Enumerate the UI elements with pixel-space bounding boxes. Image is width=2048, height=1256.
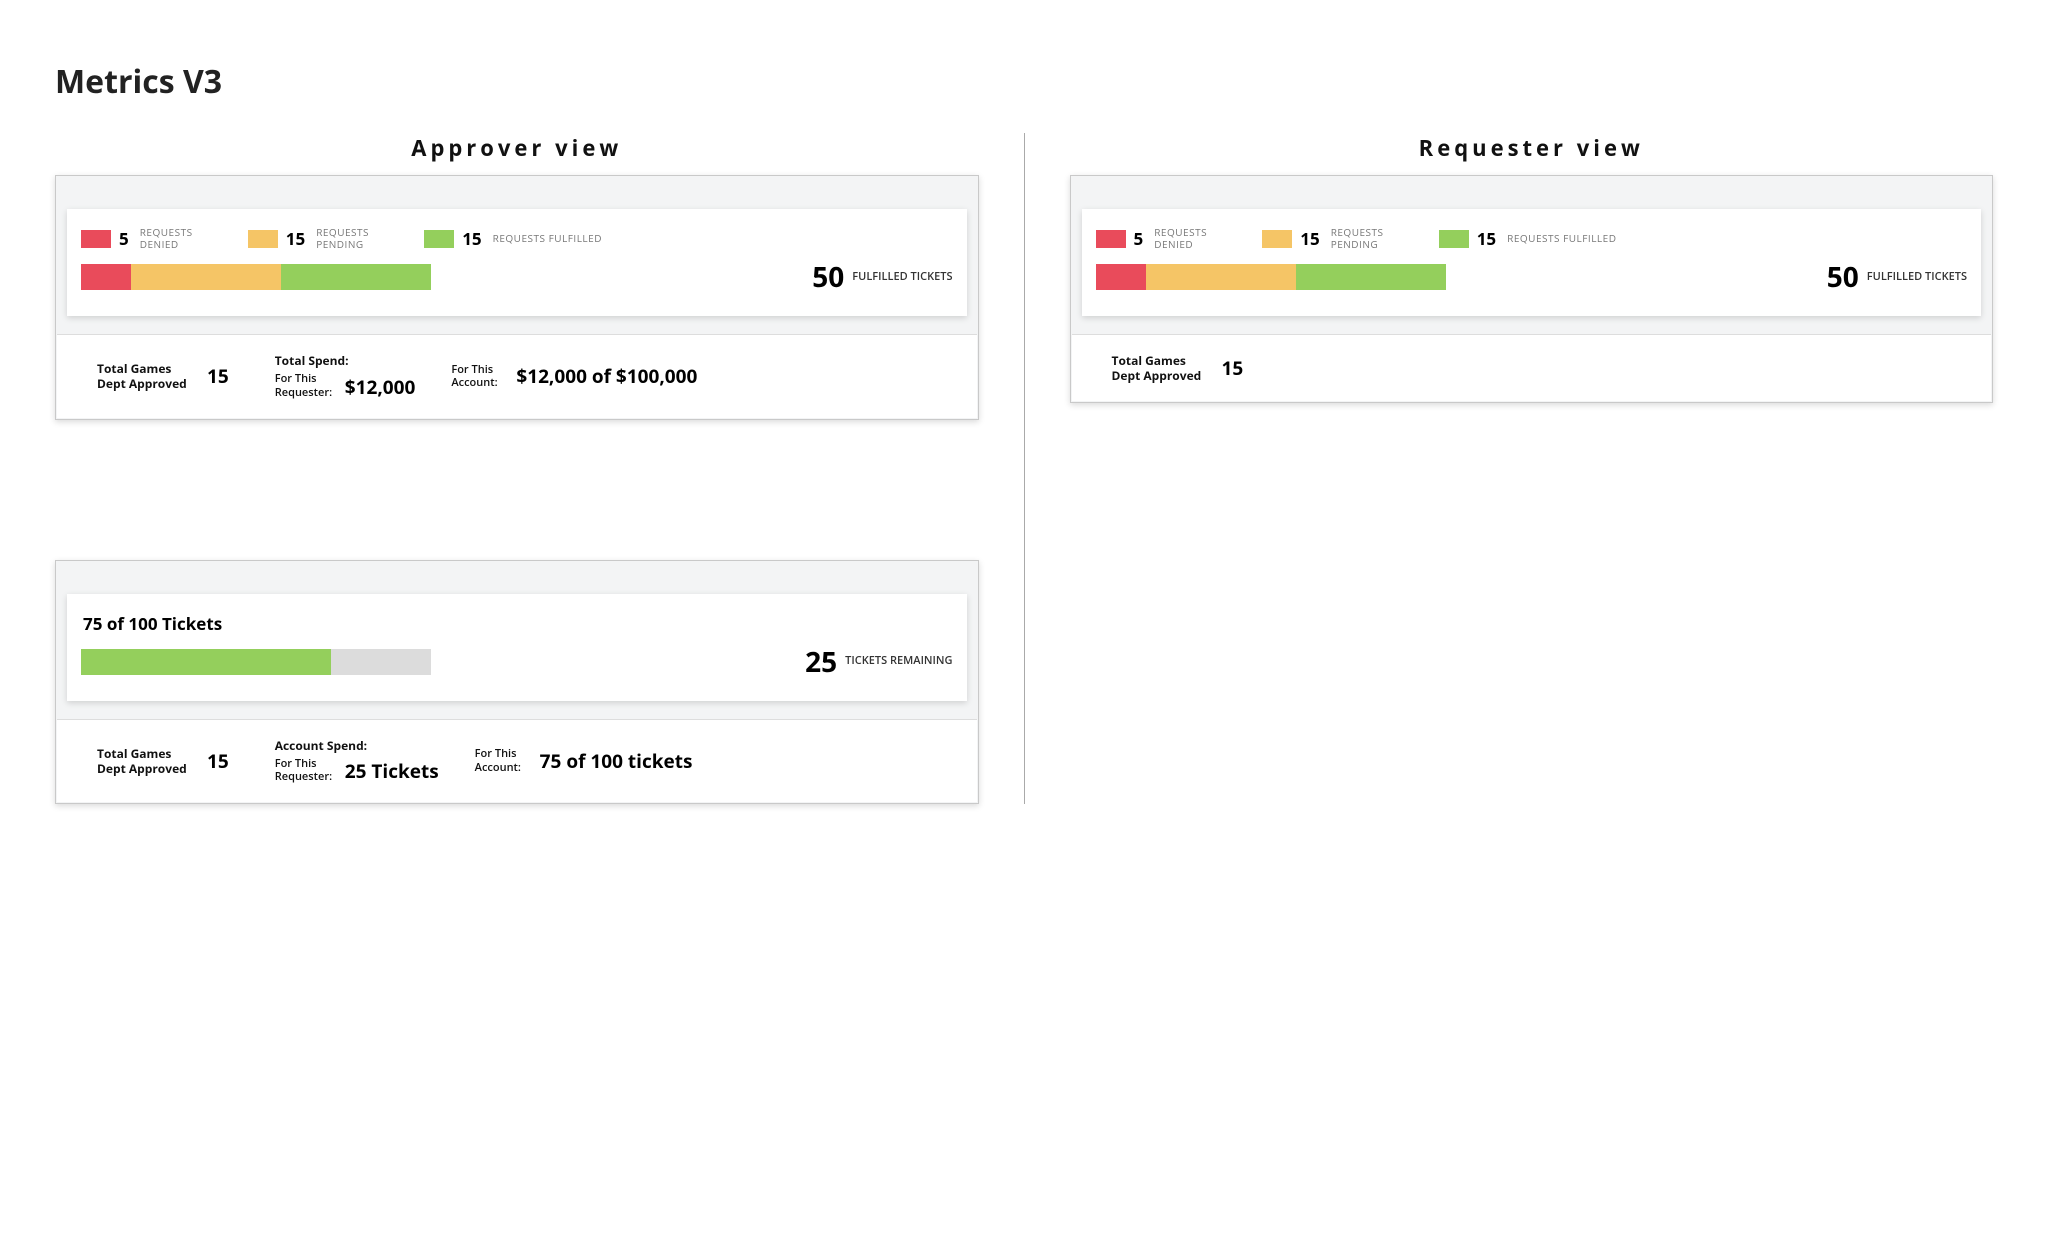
spend-account: For This Account: $12,000 of $100,000: [451, 363, 697, 391]
bar-segment-pending: [1146, 264, 1296, 290]
requests-panel: 5 REQUESTS DENIED 15 REQUESTS PENDING 15…: [67, 209, 967, 316]
account-spend-block: Account Spend: For This Requester: 25 Ti…: [275, 738, 439, 785]
games-label: Total Games Dept Approved: [97, 746, 197, 776]
spend-req-label: For This Requester:: [275, 757, 335, 785]
spend-account: For This Account: 75 of 100 tickets: [475, 747, 693, 775]
spend-req-value: 25 Tickets: [345, 758, 439, 784]
games-label: Total Games Dept Approved: [1112, 353, 1212, 383]
denied-label: REQUESTS DENIED: [140, 227, 230, 250]
pending-count: 15: [286, 227, 305, 250]
approver-view-title: Approver view: [55, 133, 979, 163]
fulfilled-total-num: 50: [812, 258, 844, 296]
fulfilled-count: 15: [1477, 227, 1496, 250]
bar-segment-remaining: [331, 649, 431, 675]
tickets-bar: [81, 649, 431, 675]
approver-strip-2: Total Games Dept Approved 15 Account Spe…: [57, 719, 977, 803]
fulfilled-label: REQUESTS FULFILLED: [1507, 233, 1616, 245]
chip-pending-icon: [248, 230, 278, 248]
requests-bar: [1096, 264, 1446, 290]
spend-acct-value: $12,000 of $100,000: [516, 363, 697, 389]
requester-strip-1: Total Games Dept Approved 15: [1072, 334, 1992, 401]
bar-row: 50 FULFILLED TICKETS: [1096, 258, 1968, 296]
requests-panel: 5 REQUESTS DENIED 15 REQUESTS PENDING 15…: [1082, 209, 1982, 316]
games-value: 15: [207, 748, 229, 774]
bar-segment-fulfilled: [1296, 264, 1446, 290]
fulfilled-count: 15: [462, 227, 481, 250]
games-approved: Total Games Dept Approved 15: [1112, 353, 1244, 383]
games-label: Total Games Dept Approved: [97, 361, 197, 391]
tickets-remaining: 25 TICKETS REMAINING: [805, 643, 952, 681]
approver-strip-1: Total Games Dept Approved 15 Total Spend…: [57, 334, 977, 418]
spend-req-value: $12,000: [345, 374, 416, 400]
stat-pending: 15 REQUESTS PENDING: [248, 227, 406, 250]
games-value: 15: [1222, 355, 1244, 381]
fulfilled-total-label: FULFILLED TICKETS: [1867, 271, 1967, 284]
spend-title: Account Spend:: [275, 738, 439, 753]
tickets-panel: 75 of 100 Tickets 25 TICKETS REMAINING: [67, 594, 967, 701]
pending-count: 15: [1300, 227, 1319, 250]
spend-acct-label: For This Account:: [451, 363, 506, 391]
stat-denied: 5 REQUESTS DENIED: [81, 227, 230, 250]
page-title: Metrics V3: [55, 60, 1993, 103]
requester-card-requests: 5 REQUESTS DENIED 15 REQUESTS PENDING 15…: [1070, 175, 1994, 403]
bar-segment-used: [81, 649, 331, 675]
tickets-bar-title: 75 of 100 Tickets: [81, 612, 953, 635]
spend-title: Total Spend:: [275, 353, 416, 368]
stat-fulfilled: 15 REQUESTS FULFILLED: [1439, 227, 1617, 250]
bar-row: 50 FULFILLED TICKETS: [81, 258, 953, 296]
requester-column: Requester view 5 REQUESTS DENIED 15 REQU…: [1024, 133, 1994, 804]
games-approved: Total Games Dept Approved 15: [97, 746, 229, 776]
games-approved: Total Games Dept Approved 15: [97, 361, 229, 391]
spend-acct-label: For This Account:: [475, 747, 530, 775]
denied-count: 5: [119, 227, 129, 250]
stat-row: 5 REQUESTS DENIED 15 REQUESTS PENDING 15…: [1096, 227, 1968, 250]
approver-card-requests: 5 REQUESTS DENIED 15 REQUESTS PENDING 15…: [55, 175, 979, 420]
bar-segment-denied: [1096, 264, 1146, 290]
chip-fulfilled-icon: [424, 230, 454, 248]
remaining-label: TICKETS REMAINING: [845, 655, 952, 668]
requester-view-title: Requester view: [1070, 133, 1994, 163]
denied-count: 5: [1134, 227, 1144, 250]
pending-label: REQUESTS PENDING: [1331, 227, 1421, 250]
fulfilled-total-num: 50: [1827, 258, 1859, 296]
approver-column: Approver view 5 REQUESTS DENIED 15 REQUE…: [55, 133, 1024, 804]
stat-pending: 15 REQUESTS PENDING: [1262, 227, 1420, 250]
total-spend-block: Total Spend: For This Requester: $12,000: [275, 353, 416, 400]
requests-bar: [81, 264, 431, 290]
fulfilled-label: REQUESTS FULFILLED: [493, 233, 602, 245]
columns: Approver view 5 REQUESTS DENIED 15 REQUE…: [55, 133, 1993, 804]
bar-row: 25 TICKETS REMAINING: [81, 643, 953, 681]
spend-req-label: For This Requester:: [275, 372, 335, 400]
chip-denied-icon: [81, 230, 111, 248]
stat-denied: 5 REQUESTS DENIED: [1096, 227, 1245, 250]
fulfilled-total-label: FULFILLED TICKETS: [852, 271, 952, 284]
stat-row: 5 REQUESTS DENIED 15 REQUESTS PENDING 15…: [81, 227, 953, 250]
denied-label: REQUESTS DENIED: [1154, 227, 1244, 250]
approver-card-tickets: 75 of 100 Tickets 25 TICKETS REMAINING T…: [55, 560, 979, 805]
stat-fulfilled: 15 REQUESTS FULFILLED: [424, 227, 602, 250]
games-value: 15: [207, 363, 229, 389]
fulfilled-total: 50 FULFILLED TICKETS: [812, 258, 952, 296]
pending-label: REQUESTS PENDING: [316, 227, 406, 250]
chip-fulfilled-icon: [1439, 230, 1469, 248]
chip-denied-icon: [1096, 230, 1126, 248]
chip-pending-icon: [1262, 230, 1292, 248]
bar-segment-pending: [131, 264, 281, 290]
fulfilled-total: 50 FULFILLED TICKETS: [1827, 258, 1967, 296]
bar-segment-denied: [81, 264, 131, 290]
remaining-num: 25: [805, 643, 837, 681]
bar-segment-fulfilled: [281, 264, 431, 290]
spend-acct-value: 75 of 100 tickets: [540, 748, 693, 774]
